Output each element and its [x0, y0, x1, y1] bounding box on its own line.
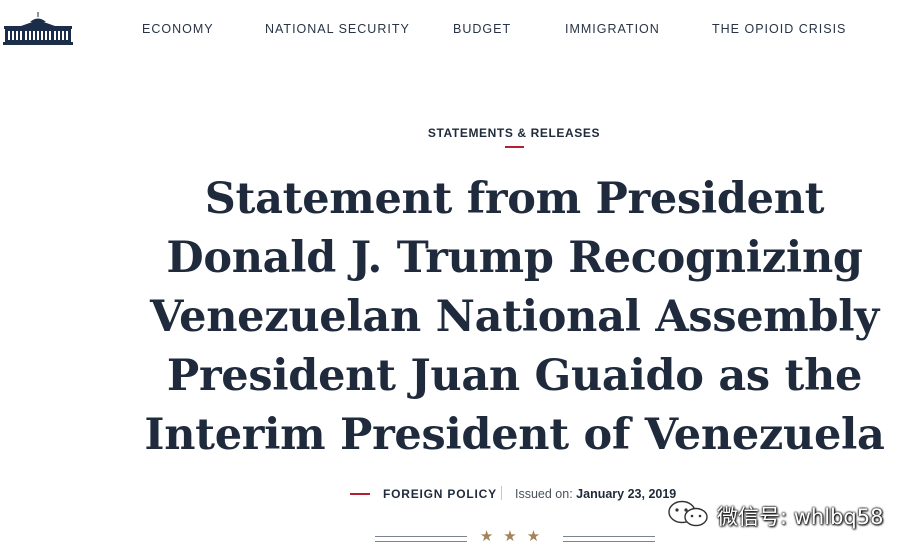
nav-immigration[interactable]: IMMIGRATION: [565, 22, 660, 36]
page-title: Statement from President Donald J. Trump…: [144, 174, 885, 460]
three-stars-icon: ★★★: [479, 528, 551, 545]
divider-line-right: [563, 536, 655, 542]
nav-budget[interactable]: BUDGET: [453, 22, 511, 36]
category-link[interactable]: STATEMENTS & RELEASES: [0, 126, 920, 140]
watermark-text: 微信号: whlbq58: [717, 505, 884, 529]
wechat-icon: [667, 499, 708, 527]
meta-separator: [501, 486, 502, 500]
issued-date-value: January 23, 2019: [576, 487, 677, 501]
category-underline: [505, 146, 524, 148]
topic-link[interactable]: FOREIGN POLICY: [383, 487, 497, 501]
top-navigation: ECONOMY NATIONAL SECURITY BUDGET IMMIGRA…: [0, 0, 920, 60]
issued-date: Issued on: January 23, 2019: [515, 487, 676, 501]
divider-line-left: [375, 536, 467, 542]
topic-accent-rule: [350, 493, 370, 495]
issued-label: Issued on:: [515, 487, 573, 501]
nav-national-security[interactable]: NATIONAL SECURITY: [265, 22, 410, 36]
nav-opioid-crisis[interactable]: THE OPIOID CRISIS: [712, 22, 846, 36]
nav-economy[interactable]: ECONOMY: [142, 22, 214, 36]
white-house-logo-icon[interactable]: [3, 11, 73, 45]
